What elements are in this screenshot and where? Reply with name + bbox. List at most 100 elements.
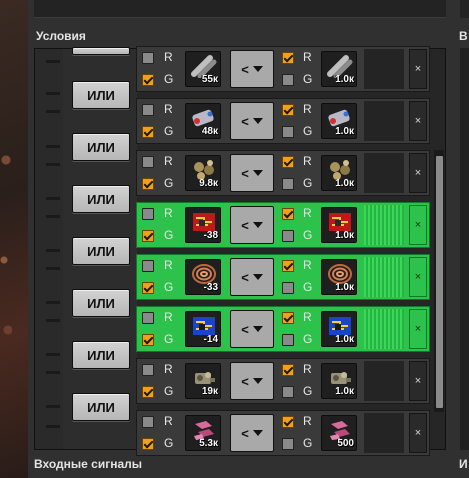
first-signal-count: -38 [203,230,218,241]
first-red-wire-checkbox[interactable] [142,416,154,428]
red-label: R [164,310,173,324]
or-button[interactable]: ИЛИ [72,185,130,213]
chevron-down-icon [252,326,263,332]
comparator-dropdown[interactable]: < [230,154,274,192]
condition-row: R G -38 < R G 1.0к × [136,202,430,248]
first-signal-slot[interactable]: -33 [185,259,221,295]
or-button[interactable]: ИЛИ [72,393,130,421]
second-signal-slot[interactable]: 1.0к [321,207,357,243]
red-label: R [303,206,312,220]
second-signal-slot[interactable]: 1.0к [321,51,357,87]
first-signal-slot[interactable]: 5.3к [185,415,221,451]
second-red-wire-checkbox[interactable] [282,208,294,220]
second-red-wire-checkbox[interactable] [282,156,294,168]
first-red-wire-checkbox[interactable] [142,208,154,220]
or-button[interactable] [72,47,130,55]
first-green-wire-checkbox[interactable] [142,438,154,450]
gutter-tick [46,92,60,95]
conditions-scrollbar-thumb[interactable] [436,156,443,408]
green-label: G [164,384,174,398]
first-signal-slot[interactable]: 48к [185,103,221,139]
second-green-wire-checkbox[interactable] [282,386,294,398]
remove-condition-button[interactable]: × [409,413,427,453]
remove-condition-button[interactable]: × [409,205,427,245]
second-red-wire-checkbox[interactable] [282,416,294,428]
second-red-wire-checkbox[interactable] [282,260,294,272]
second-signal-slot[interactable]: 1.0к [321,311,357,347]
second-green-wire-checkbox[interactable] [282,126,294,138]
first-green-wire-checkbox[interactable] [142,334,154,346]
second-red-wire-checkbox[interactable] [282,104,294,116]
comparator-dropdown[interactable]: < [230,50,274,88]
first-red-wire-checkbox[interactable] [142,156,154,168]
chevron-down-icon [252,274,263,280]
first-red-wire-checkbox[interactable] [142,52,154,64]
remove-condition-button[interactable]: × [409,49,427,89]
or-button[interactable]: ИЛИ [72,133,130,161]
condition-status-area [364,361,404,401]
second-green-wire-checkbox[interactable] [282,74,294,86]
first-signal-slot[interactable]: 9.8к [185,155,221,191]
first-red-wire-checkbox[interactable] [142,260,154,272]
or-button[interactable]: ИЛИ [72,237,130,265]
first-signal-slot[interactable]: 19к [185,363,221,399]
right-bottom-header: И [459,457,468,471]
or-button[interactable]: ИЛИ [72,341,130,369]
gutter-tick [46,319,60,322]
comparator-dropdown[interactable]: < [230,362,274,400]
first-green-wire-checkbox[interactable] [142,178,154,190]
red-label: R [303,414,312,428]
first-signal-slot[interactable]: 55к [185,51,221,87]
second-red-wire-checkbox[interactable] [282,364,294,376]
red-label: R [164,102,173,116]
comparator-dropdown[interactable]: < [230,102,274,140]
comparator-symbol: < [241,373,249,389]
red-label: R [303,258,312,272]
condition-status-area [364,205,404,245]
remove-condition-button[interactable]: × [409,153,427,193]
second-signal-slot[interactable]: 1.0к [321,155,357,191]
or-button[interactable]: ИЛИ [72,289,130,317]
first-red-wire-checkbox[interactable] [142,312,154,324]
red-label: R [164,50,173,64]
remove-condition-button[interactable]: × [409,257,427,297]
gutter-tick [46,267,60,270]
second-green-wire-checkbox[interactable] [282,334,294,346]
first-green-wire-checkbox[interactable] [142,230,154,242]
right-top-strip [460,0,469,18]
second-green-wire-checkbox[interactable] [282,230,294,242]
remove-condition-button[interactable]: × [409,361,427,401]
second-signal-slot[interactable]: 1.0к [321,259,357,295]
first-red-wire-checkbox[interactable] [142,364,154,376]
comparator-dropdown[interactable]: < [230,206,274,244]
or-button[interactable]: ИЛИ [72,81,130,109]
right-panel-list [460,48,469,450]
first-green-wire-checkbox[interactable] [142,126,154,138]
comparator-dropdown[interactable]: < [230,414,274,452]
second-red-wire-checkbox[interactable] [282,312,294,324]
second-green-wire-checkbox[interactable] [282,282,294,294]
remove-condition-button[interactable]: × [409,309,427,349]
green-label: G [164,436,174,450]
comparator-dropdown[interactable]: < [230,258,274,296]
second-signal-slot[interactable]: 1.0к [321,363,357,399]
second-signal-slot[interactable]: 500 [321,415,357,451]
first-red-wire-checkbox[interactable] [142,104,154,116]
remove-condition-button[interactable]: × [409,101,427,141]
comparator-symbol: < [241,217,249,233]
first-signal-count: 5.3к [199,438,218,449]
first-green-wire-checkbox[interactable] [142,386,154,398]
second-signal-count: 1.0к [335,178,354,189]
first-green-wire-checkbox[interactable] [142,74,154,86]
condition-row: R G 5.3к < R G 500 × [136,410,430,456]
second-green-wire-checkbox[interactable] [282,438,294,450]
second-signal-slot[interactable]: 1.0к [321,103,357,139]
first-signal-slot[interactable]: -14 [185,311,221,347]
red-label: R [164,258,173,272]
second-red-wire-checkbox[interactable] [282,52,294,64]
second-green-wire-checkbox[interactable] [282,178,294,190]
comparator-dropdown[interactable]: < [230,310,274,348]
first-green-wire-checkbox[interactable] [142,282,154,294]
gutter-tick [46,371,60,374]
first-signal-slot[interactable]: -38 [185,207,221,243]
